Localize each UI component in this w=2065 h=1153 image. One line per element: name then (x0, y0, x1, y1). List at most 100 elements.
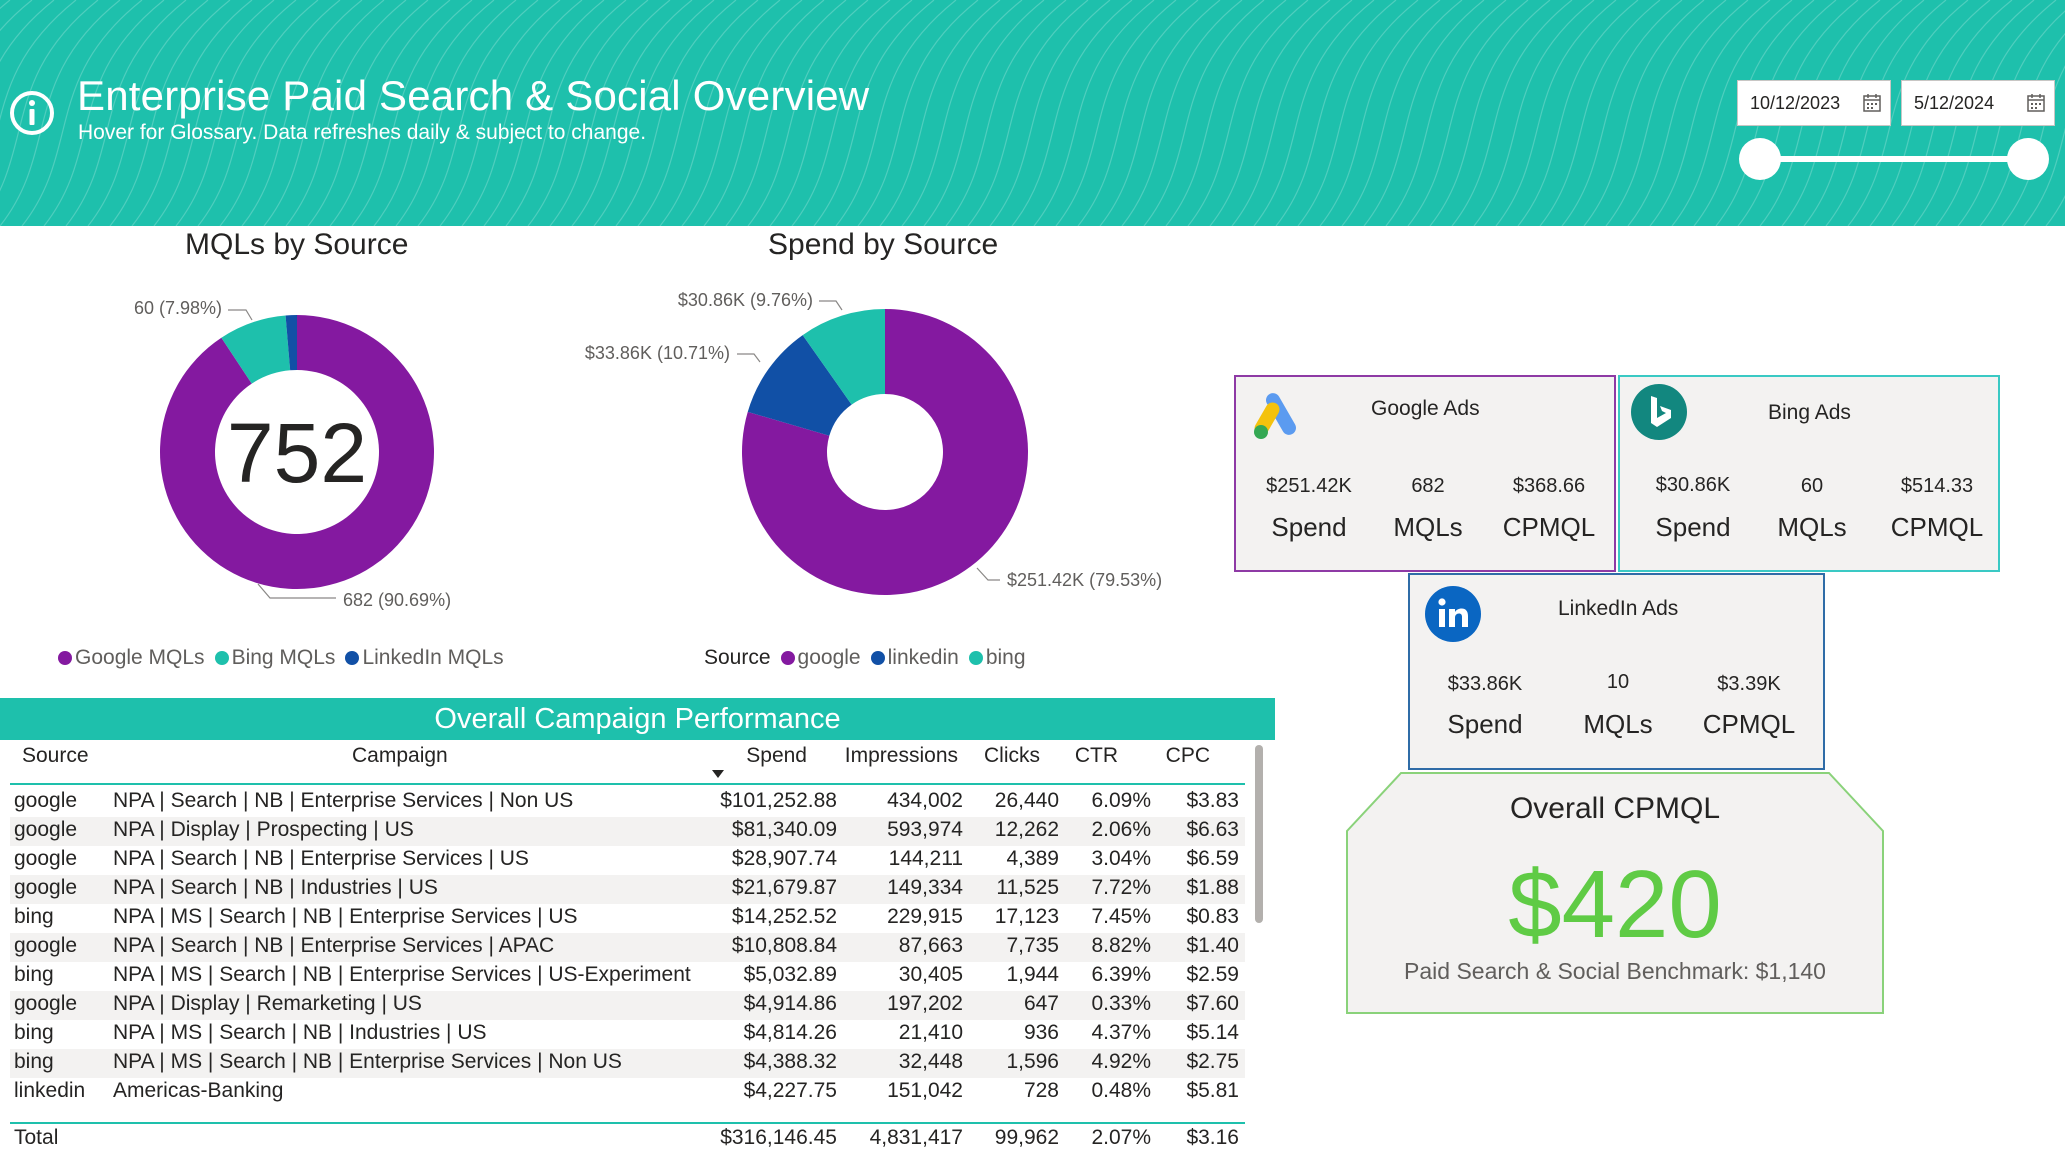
table-row[interactable]: google NPA | Search | NB | Enterprise Ser… (10, 846, 1245, 875)
linkedin-ads-card-title: LinkedIn Ads (1558, 597, 1679, 620)
cell-source: bing (14, 963, 54, 986)
cell-campaign: NPA | Display | Prospecting | US (113, 818, 414, 841)
table-row[interactable]: google NPA | Display | Prospecting | US $8… (10, 817, 1245, 846)
cell-source: bing (14, 1021, 54, 1044)
header-pattern-line (1561, 0, 1683, 226)
table-row[interactable]: bing NPA | MS | Search | NB | Enterprise … (10, 1049, 1245, 1078)
cell-source: google (14, 789, 78, 812)
cell-impressions: 32,448 (898, 1050, 963, 1073)
cell-ctr: 4.92% (1091, 1050, 1151, 1073)
info-icon[interactable] (8, 89, 56, 137)
cell-clicks: 1,944 (1006, 963, 1059, 986)
overall-cpmql-title: Overall CPMQL (1509, 792, 1721, 825)
total-spend: $316,146.45 (720, 1126, 837, 1149)
cell-spend: $21,679.87 (731, 876, 837, 899)
cell-campaign: Americas-Banking (113, 1079, 284, 1102)
legend-item-linkedin[interactable]: linkedin (870, 646, 959, 670)
legend-label: Google MQLs (75, 646, 205, 669)
table-title: Overall Campaign Performance (0, 698, 1275, 740)
total-cpc: $3.16 (1186, 1126, 1239, 1149)
header-pattern-line (1583, 0, 1705, 226)
column-header-clicks[interactable]: Clicks (984, 744, 1040, 768)
column-header-impressions[interactable]: Impressions (845, 744, 958, 768)
table-row[interactable]: google NPA | Search | NB | Enterprise Ser… (10, 788, 1245, 817)
mqls-donut-chart[interactable]: 682 (90.69%) 60 (7.98%) 752 (0, 270, 560, 640)
legend-item-google-mqls[interactable]: Google MQLs (58, 646, 205, 670)
cell-impressions: 87,663 (898, 934, 963, 957)
column-header-source[interactable]: Source (22, 744, 89, 768)
calendar-icon[interactable] (1862, 93, 1882, 113)
benchmark-text: Paid Search & Social Benchmark: $1,140 (1404, 958, 1826, 984)
table-row[interactable]: linkedin Americas-Banking $4,227.75 151,042… (10, 1078, 1245, 1104)
data-label-leader-line (228, 309, 253, 321)
header-pattern-line (945, 0, 1067, 226)
google-cpmql-value: $368.66 (1512, 475, 1586, 497)
column-header-spend[interactable]: Spend (746, 744, 807, 768)
table-row[interactable]: bing NPA | MS | Search | NB | Enterprise … (10, 962, 1245, 991)
header-pattern-line (1363, 0, 1485, 226)
legend-label: linkedin (887, 646, 959, 669)
table-row[interactable]: google NPA | Search | NB | Enterprise Ser… (10, 933, 1245, 962)
header-pattern-line (1451, 0, 1573, 226)
data-label-leader-line (976, 567, 1000, 581)
cell-cpc: $5.14 (1186, 1021, 1239, 1044)
bing-spend-value: $30.86K (1655, 474, 1731, 496)
cell-ctr: 6.09% (1091, 789, 1151, 812)
column-header-campaign[interactable]: Campaign (352, 744, 448, 768)
cell-clicks: 4,389 (1006, 847, 1059, 870)
legend-item-linkedin-mqls[interactable]: LinkedIn MQLs (345, 646, 504, 670)
cell-cpc: $1.40 (1186, 934, 1239, 957)
bing-icon (1631, 384, 1687, 440)
start-date-input[interactable]: 10/12/2023 (1737, 80, 1891, 126)
linkedin-mqls-label: MQLs (1583, 709, 1653, 739)
header-pattern-line (989, 0, 1111, 226)
cell-ctr: 0.33% (1091, 992, 1151, 1015)
cell-clicks: 26,440 (994, 789, 1059, 812)
cell-source: bing (14, 905, 54, 928)
legend-label: bing (985, 646, 1026, 669)
cell-clicks: 728 (1023, 1079, 1059, 1102)
cell-spend: $81,340.09 (731, 818, 837, 841)
legend-item-bing-mqls[interactable]: Bing MQLs (214, 646, 335, 670)
cell-campaign: NPA | MS | Search | NB | Enterprise Serv… (113, 905, 578, 928)
cell-ctr: 4.37% (1091, 1021, 1151, 1044)
column-header-cpc[interactable]: CPC (1166, 744, 1210, 768)
legend-item-google[interactable]: google (780, 646, 861, 670)
table-header: Source Campaign Spend Impressions Clicks… (0, 742, 1250, 785)
sort-descending-icon[interactable] (712, 770, 724, 778)
column-header-ctr[interactable]: CTR (1075, 744, 1118, 768)
bing-cpmql-label: CPMQL (1890, 512, 1984, 542)
table-scrollbar[interactable] (1255, 745, 1263, 923)
cell-cpc: $0.83 (1186, 905, 1239, 928)
cell-cpc: $3.83 (1186, 789, 1239, 812)
cell-cpc: $5.81 (1186, 1079, 1239, 1102)
date-range-start-handle[interactable] (1739, 138, 1781, 180)
end-date-input[interactable]: 5/12/2024 (1901, 80, 2055, 126)
cell-clicks: 647 (1023, 992, 1059, 1015)
header-pattern-line (1517, 0, 1639, 226)
header-pattern-line (1341, 0, 1463, 226)
table-row[interactable]: google NPA | Display | Remarketing | US $4… (10, 991, 1245, 1020)
table-row[interactable]: bing NPA | MS | Search | NB | Industries … (10, 1020, 1245, 1049)
total-label: Total (14, 1126, 59, 1149)
date-range-end-handle[interactable] (2007, 138, 2049, 180)
page-subtitle[interactable]: Hover for Glossary. Data refreshes daily… (78, 121, 646, 145)
campaign-table[interactable]: Source Campaign Spend Impressions Clicks… (0, 742, 1265, 1153)
bing-mqls-value: 60 (1800, 475, 1824, 497)
cell-source: google (14, 934, 78, 957)
table-row[interactable]: google NPA | Search | NB | Industries | U… (10, 875, 1245, 904)
legend-item-bing[interactable]: bing (968, 646, 1026, 670)
calendar-icon[interactable] (2026, 93, 2046, 113)
table-row[interactable]: bing NPA | MS | Search | NB | Enterprise … (10, 904, 1245, 933)
cell-campaign: NPA | Search | NB | Industries | US (113, 876, 438, 899)
linkedin-spend-label: Spend (1447, 709, 1523, 739)
google-ads-icon (1254, 393, 1296, 439)
cell-source: linkedin (14, 1079, 86, 1102)
date-range-slider-track[interactable] (1760, 156, 2030, 162)
spend-donut-chart[interactable]: $251.42K (79.53%) $33.86K (10.71%) $30.86K… (560, 270, 1220, 640)
linkedin-icon (1425, 586, 1481, 642)
cell-spend: $101,252.88 (720, 789, 837, 812)
cell-ctr: 3.04% (1091, 847, 1151, 870)
cell-campaign: NPA | Search | NB | Enterprise Services … (113, 789, 574, 812)
cell-campaign: NPA | MS | Search | NB | Enterprise Serv… (113, 1050, 622, 1073)
